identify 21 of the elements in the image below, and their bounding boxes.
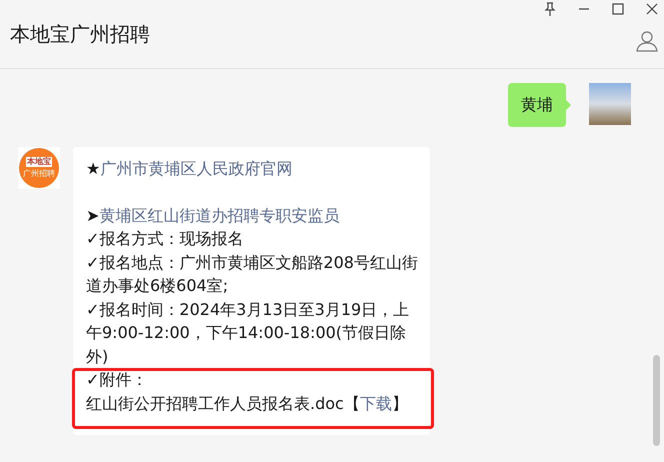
scrollbar[interactable] — [653, 355, 660, 446]
message-text: ✓报名时间：2024年3月13日至3月19日，上午9:00-12:00，下午14:00-18:00(节假日除外) — [86, 298, 410, 368]
logo-text: 本地宝 — [26, 157, 52, 167]
window-title: 本地宝广州招聘 — [10, 21, 150, 48]
message-text: ✓附件： — [86, 369, 148, 391]
message-link[interactable]: 广州市黄埔区人民政府官网 — [100, 159, 292, 178]
person-icon[interactable] — [636, 30, 658, 52]
pin-icon[interactable] — [544, 2, 556, 16]
photo-placeholder[interactable] — [589, 83, 631, 125]
sent-bubble: 黄埔 — [508, 83, 566, 127]
message-link[interactable]: 黄埔区红山街道办招聘专职安监员 — [99, 206, 340, 224]
message-text: ➤黄埔区红山街道办招聘专职安监员 — [86, 204, 340, 226]
maximize-icon[interactable] — [612, 3, 624, 15]
sender-avatar[interactable]: 本地宝 广州招聘 — [18, 147, 60, 189]
message-text: 红山街公开招聘工作人员报名表.doc【下载】 — [86, 392, 409, 414]
message-text: ✓报名地点：广州市黄埔区文船路208号红山街道办事处6楼604室; — [86, 252, 419, 297]
message-link[interactable]: 下载 — [360, 394, 392, 412]
message-text: ★广州市黄埔区人民政府官网 — [86, 158, 294, 180]
logo-text: 广州招聘 — [23, 169, 55, 179]
message-text: ✓报名方式：现场报名 — [86, 228, 244, 250]
close-icon[interactable] — [646, 3, 658, 15]
